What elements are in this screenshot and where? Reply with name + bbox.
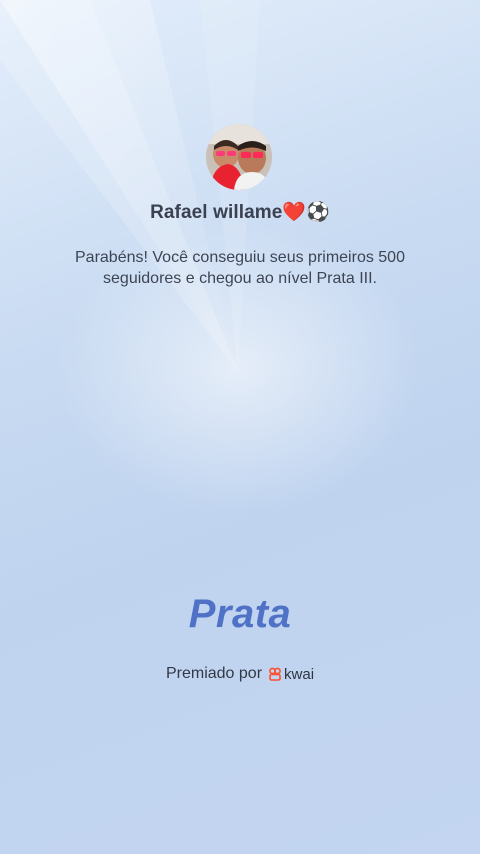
awarded-by-label: Premiado por xyxy=(165,665,263,682)
avatar[interactable] xyxy=(206,124,272,190)
message-line-2: seguidores e chegou ao nível Prata III. xyxy=(103,270,377,287)
kwai-brand: kwai xyxy=(268,666,314,683)
kwai-brand-name: kwai xyxy=(284,665,315,683)
kwai-logo-icon xyxy=(269,667,281,681)
username: Rafael willame❤️⚽ xyxy=(150,202,330,223)
message-line-1: Parabéns! Você conseguiu seus primeiros … xyxy=(75,249,405,266)
profile-photo-icon xyxy=(206,124,272,190)
awarded-by: Premiado por kwai xyxy=(0,665,480,683)
tier-title: Prata xyxy=(188,592,292,636)
congratulations-message: Parabéns! Você conseguiu seus primeiros … xyxy=(40,247,440,289)
